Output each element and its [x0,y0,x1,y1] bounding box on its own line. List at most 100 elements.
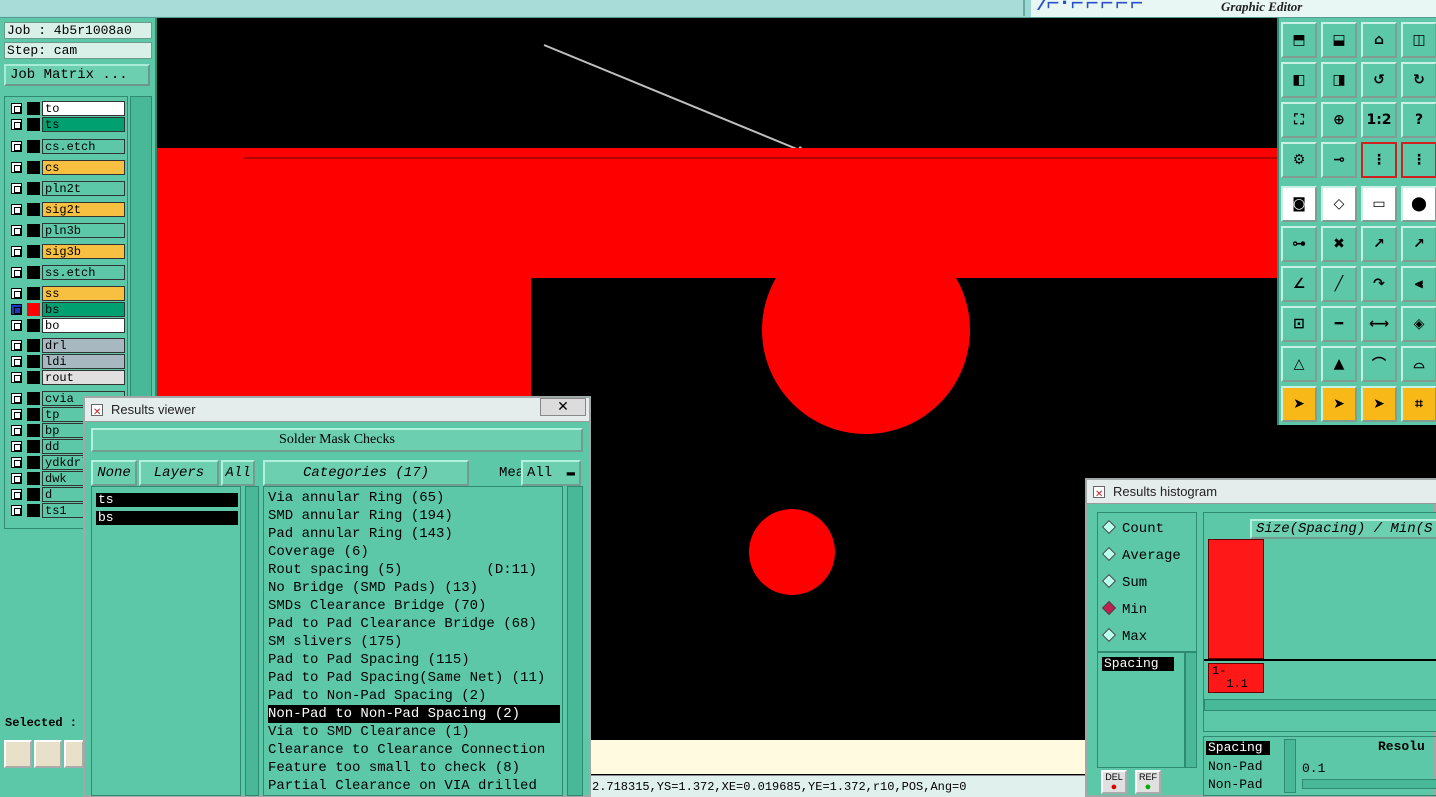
layer-row-bs[interactable]: bs [7,302,127,317]
layer-checkbox[interactable] [11,119,22,130]
layer-checkbox[interactable] [11,183,22,194]
connect-icon[interactable]: ⊶ [1281,226,1317,262]
scale-button[interactable]: 1:2 [1361,102,1397,138]
pan-left-icon[interactable]: ◧ [1281,62,1317,98]
layer-checkbox[interactable] [11,162,22,173]
layer-checkbox[interactable] [11,441,22,452]
line-icon[interactable]: ╱ [1321,266,1357,302]
shape-tool-icon[interactable]: ◇ [1321,186,1357,222]
arch-icon[interactable]: ⌒ [1361,346,1397,382]
job-matrix-button[interactable]: Job Matrix ... [4,64,150,86]
layer-checkbox[interactable] [11,372,22,383]
layer-row-ts[interactable]: ts [7,117,127,132]
net-alt-icon[interactable]: ⋮ [1401,142,1436,178]
close-button[interactable]: ✕ [540,398,586,416]
category-item[interactable]: Pad to Pad Clearance Bridge (68) [268,615,562,633]
layer-row-pln2t[interactable]: pln2t [7,181,127,196]
category-item[interactable]: Rout spacing (5) (D:11) [268,561,562,579]
category-item[interactable]: Pad annular Ring (143) [268,525,562,543]
layer-row-to[interactable]: to [7,101,127,116]
mirror-icon[interactable]: ⫷ [1401,266,1436,302]
zoom-tool-icon[interactable] [4,740,32,768]
histogram-bar[interactable] [1208,539,1264,659]
bottom-list-item[interactable]: Non-Pad [1208,777,1263,792]
results-viewer-titlebar[interactable]: Results viewer [85,398,589,425]
layer-checkbox[interactable] [11,267,22,278]
resolution-slider[interactable] [1302,779,1436,789]
layer-checkbox[interactable] [11,288,22,299]
layer-checkbox[interactable] [11,204,22,215]
window-icon[interactable]: ◫ [1401,22,1436,58]
histogram-list-item[interactable]: Spacing [1102,657,1174,671]
category-item[interactable]: Pad to Pad Spacing(Same Net) (11) [268,669,562,687]
layers-scrollbar[interactable] [245,486,259,796]
radio-min[interactable]: Min [1101,600,1147,618]
layer-checkbox[interactable] [11,340,22,351]
layer-checkbox[interactable] [11,393,22,404]
undo-icon[interactable]: ↺ [1361,62,1397,98]
categories-scrollbar[interactable] [567,486,583,796]
layer-checkbox[interactable] [11,356,22,367]
layer-checkbox[interactable] [11,489,22,500]
category-item[interactable]: Non-Pad to Non-Pad Spacing (2) [268,705,560,723]
pointer-alt-icon[interactable]: ➤ [1361,386,1397,422]
category-item[interactable]: Via to SMD Clearance (1) [268,723,562,741]
category-item[interactable]: Coverage (6) [268,543,562,561]
radio-count[interactable]: Count [1101,519,1164,537]
layer-checkbox[interactable] [11,457,22,468]
select-region-icon[interactable]: ⬤ [1401,186,1436,222]
arc-icon[interactable]: ↷ [1361,266,1397,302]
shapes-icon[interactable]: ◈ [1401,306,1436,342]
radio-average[interactable]: Average [1101,546,1181,564]
layer-row-ss[interactable]: ss [7,286,127,301]
layer-checkbox[interactable] [11,409,22,420]
category-item[interactable]: No Bridge (SMD Pads) (13) [268,579,562,597]
category-item[interactable]: Pad to Non-Pad Spacing (2) [268,687,562,705]
layer-row-drl[interactable]: drl [7,338,127,353]
ref-button[interactable]: REF ● [1135,770,1161,794]
triangle-alt-icon[interactable]: ▲ [1321,346,1357,382]
layer-row-ldi[interactable]: ldi [7,354,127,369]
layer-checkbox[interactable] [11,505,22,516]
layer-row-cs[interactable]: cs [7,160,127,175]
pointer-icon[interactable]: ➤ [1281,386,1317,422]
pan-right-icon[interactable]: ◨ [1321,62,1357,98]
ruler-icon[interactable]: ▭ [1361,186,1397,222]
measure-tool-icon[interactable] [34,740,62,768]
angle-icon[interactable]: ∠ [1281,266,1317,302]
home-icon[interactable]: ⌂ [1361,22,1397,58]
radio-max[interactable]: Max [1101,627,1147,645]
layer-checkbox[interactable] [11,246,22,257]
move-point-icon[interactable]: ↗ [1361,226,1397,262]
layer-checkbox[interactable] [11,320,22,331]
extra-tool-icon[interactable] [64,740,84,768]
pointer-box-icon[interactable]: ➤ [1321,386,1357,422]
histogram-list-scrollbar[interactable] [1185,652,1197,768]
redo-icon[interactable]: ↻ [1401,62,1436,98]
help-button[interactable]: ? [1401,102,1436,138]
layer-row-rout[interactable]: rout [7,370,127,385]
split-line-icon[interactable]: ━ [1321,306,1357,342]
category-item[interactable]: SMD annular Ring (194) [268,507,562,525]
delete-node-icon[interactable]: ✖ [1321,226,1357,262]
categories-button[interactable]: Categories (17) [263,460,469,486]
layer-checkbox[interactable] [11,103,22,114]
layer-item[interactable]: ts [96,493,238,507]
add-point-icon[interactable]: ↗ [1401,226,1436,262]
radio-sum[interactable]: Sum [1101,573,1147,591]
category-item[interactable]: Pad to Pad Spacing (115) [268,651,562,669]
layer-row-sig2t[interactable]: sig2t [7,202,127,217]
triangle-icon[interactable]: △ [1281,346,1317,382]
layer-row-bo[interactable]: bo [7,318,127,333]
bottom-list-item[interactable]: Non-Pad [1208,759,1263,774]
category-item[interactable]: Clearance to Clearance Connection [268,741,562,759]
zoom-fit-icon[interactable]: ⛶ [1281,102,1317,138]
snap-icon[interactable]: ⊡ [1281,306,1317,342]
category-item[interactable]: Feature too small to check (8) [268,759,562,777]
category-item[interactable]: Partial Clearance on VIA drilled [268,777,562,795]
layer-checkbox[interactable] [11,473,22,484]
zoom-center-icon[interactable]: ⊕ [1321,102,1357,138]
layer-checkbox[interactable] [11,304,22,315]
layer-item[interactable]: bs [96,511,238,525]
route-icon[interactable]: ⌗ [1401,386,1436,422]
